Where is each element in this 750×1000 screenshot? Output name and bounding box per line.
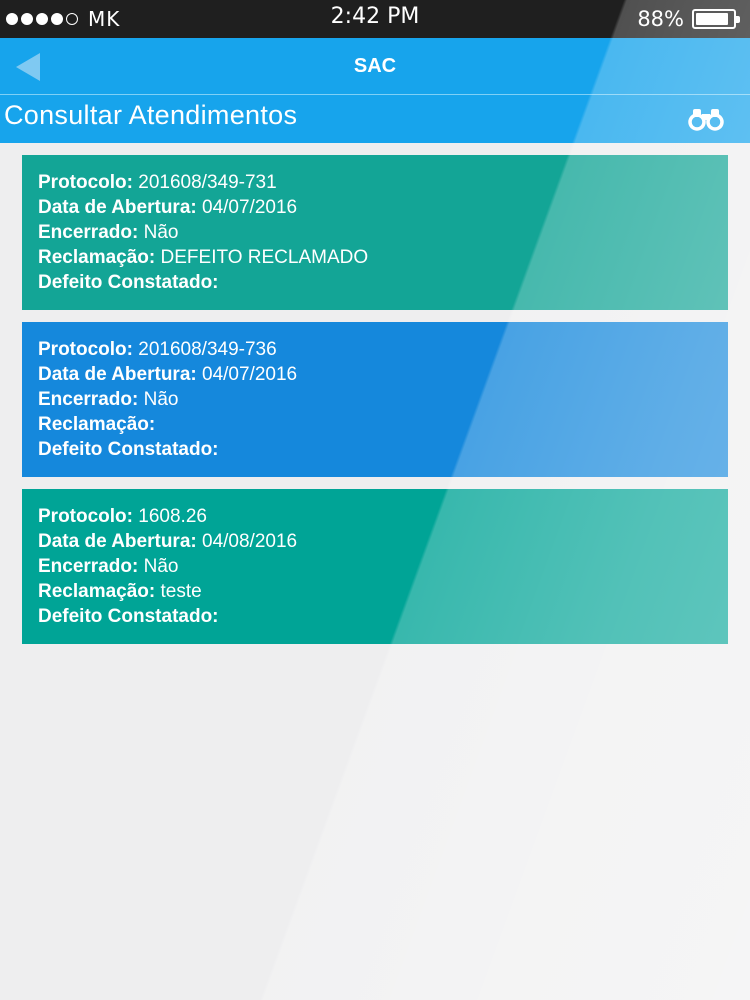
protocolo-label: Protocolo: <box>38 506 133 527</box>
reclamacao-label: Reclamação: <box>38 581 156 602</box>
encerrado-label: Encerrado: <box>38 389 139 410</box>
encerrado-value: Não <box>143 556 179 577</box>
defeito-constatado-label: Defeito Constatado: <box>38 272 219 293</box>
search-button[interactable] <box>688 106 724 132</box>
section-title: Consultar Atendimentos <box>4 100 298 130</box>
data-abertura-value: 04/08/2016 <box>202 531 298 552</box>
battery-icon <box>692 9 740 29</box>
protocolo-label: Protocolo: <box>38 339 133 360</box>
reclamacao-line: Reclamação: teste <box>38 579 712 604</box>
attendance-card[interactable]: Protocolo: 201608/349-731 Data de Abertu… <box>22 155 728 310</box>
protocolo-label: Protocolo: <box>38 172 133 193</box>
encerrado-line: Encerrado: Não <box>38 220 712 245</box>
data-abertura-line: Data de Abertura: 04/08/2016 <box>38 529 712 554</box>
reclamacao-label: Reclamação: <box>38 414 156 435</box>
data-abertura-label: Data de Abertura: <box>38 364 197 385</box>
encerrado-line: Encerrado: Não <box>38 387 712 412</box>
reclamacao-value: DEFEITO RECLAMADO <box>160 247 369 268</box>
encerrado-line: Encerrado: Não <box>38 554 712 579</box>
attendance-list: Protocolo: 201608/349-731 Data de Abertu… <box>22 155 728 656</box>
status-bar: MK 2:42 PM 88% <box>0 0 750 38</box>
reclamacao-line: Reclamação: DEFEITO RECLAMADO <box>38 245 712 270</box>
status-right: 88% <box>637 6 740 32</box>
data-abertura-line: Data de Abertura: 04/07/2016 <box>38 362 712 387</box>
data-abertura-line: Data de Abertura: 04/07/2016 <box>38 195 712 220</box>
protocolo-value: 1608.26 <box>138 506 207 527</box>
protocolo-value: 201608/349-736 <box>138 339 277 360</box>
app-header: SAC <box>0 38 750 95</box>
encerrado-value: Não <box>143 222 179 243</box>
protocolo-line: Protocolo: 201608/349-731 <box>38 170 712 195</box>
data-abertura-value: 04/07/2016 <box>202 364 298 385</box>
battery-percent: 88% <box>637 7 684 31</box>
defeito-constatado-label: Defeito Constatado: <box>38 439 219 460</box>
binoculars-icon <box>688 109 724 131</box>
protocolo-line: Protocolo: 1608.26 <box>38 504 712 529</box>
reclamacao-label: Reclamação: <box>38 247 156 268</box>
defeito-constatado-line: Defeito Constatado: <box>38 604 712 629</box>
data-abertura-value: 04/07/2016 <box>202 197 298 218</box>
encerrado-value: Não <box>143 389 179 410</box>
subheader: Consultar Atendimentos <box>0 95 750 143</box>
defeito-constatado-line: Defeito Constatado: <box>38 270 712 295</box>
data-abertura-label: Data de Abertura: <box>38 197 197 218</box>
protocolo-line: Protocolo: 201608/349-736 <box>38 337 712 362</box>
reclamacao-value: teste <box>160 581 202 602</box>
protocolo-value: 201608/349-731 <box>138 172 277 193</box>
encerrado-label: Encerrado: <box>38 222 139 243</box>
attendance-card[interactable]: Protocolo: 201608/349-736 Data de Abertu… <box>22 322 728 477</box>
data-abertura-label: Data de Abertura: <box>38 531 197 552</box>
reclamacao-line: Reclamação: <box>38 412 712 437</box>
defeito-constatado-label: Defeito Constatado: <box>38 606 219 627</box>
attendance-card[interactable]: Protocolo: 1608.26 Data de Abertura: 04/… <box>22 489 728 644</box>
battery-fill <box>696 13 728 25</box>
defeito-constatado-line: Defeito Constatado: <box>38 437 712 462</box>
page-title: SAC <box>353 55 397 77</box>
encerrado-label: Encerrado: <box>38 556 139 577</box>
